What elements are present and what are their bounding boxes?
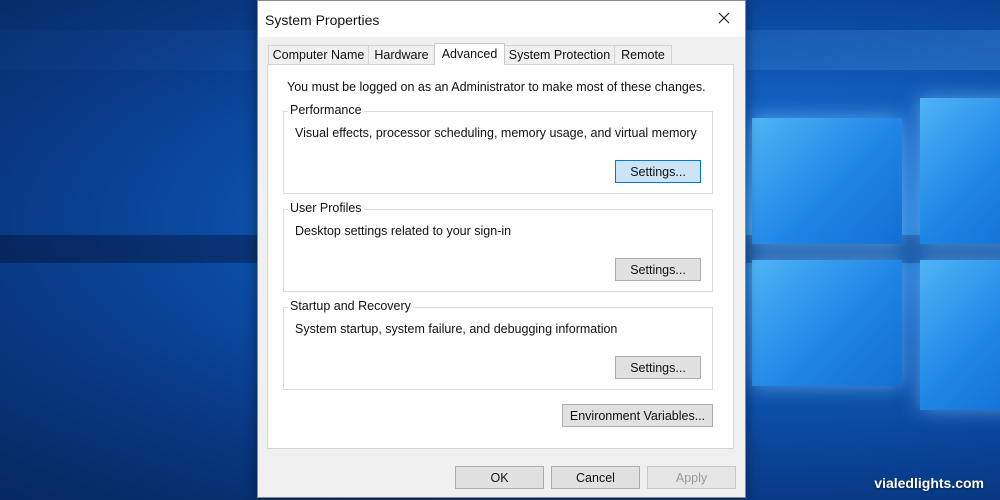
close-icon[interactable] xyxy=(713,7,735,29)
apply-button[interactable]: Apply xyxy=(647,466,736,489)
tab-remote[interactable]: Remote xyxy=(614,45,672,64)
environment-variables-button[interactable]: Environment Variables... xyxy=(562,404,713,427)
startup-recovery-description: System startup, system failure, and debu… xyxy=(295,322,618,336)
performance-settings-button[interactable]: Settings... xyxy=(615,160,701,183)
user-profiles-description: Desktop settings related to your sign-in xyxy=(295,224,512,238)
windows-logo-pane xyxy=(752,118,902,244)
startup-recovery-settings-button[interactable]: Settings... xyxy=(615,356,701,379)
advanced-tab-panel: You must be logged on as an Administrato… xyxy=(267,64,734,449)
windows-logo-pane xyxy=(920,98,1000,244)
windows-logo xyxy=(740,70,1000,430)
performance-description: Visual effects, processor scheduling, me… xyxy=(295,126,697,140)
site-watermark: vialedlights.com xyxy=(874,475,984,491)
user-profiles-settings-button[interactable]: Settings... xyxy=(615,258,701,281)
system-properties-dialog: System Properties Computer Name Hardware… xyxy=(257,0,746,498)
title-bar: System Properties xyxy=(258,1,745,37)
tab-hardware[interactable]: Hardware xyxy=(368,45,435,64)
tab-computer-name[interactable]: Computer Name xyxy=(268,45,369,64)
tab-system-protection[interactable]: System Protection xyxy=(504,45,615,64)
ok-button[interactable]: OK xyxy=(455,466,544,489)
cancel-button[interactable]: Cancel xyxy=(551,466,640,489)
user-profiles-title: User Profiles xyxy=(288,201,364,215)
performance-title: Performance xyxy=(288,103,364,117)
startup-recovery-group: Startup and Recovery System startup, sys… xyxy=(283,299,713,390)
startup-recovery-title: Startup and Recovery xyxy=(288,299,413,313)
dialog-title: System Properties xyxy=(265,12,380,28)
windows-logo-pane xyxy=(920,260,1000,410)
user-profiles-group: User Profiles Desktop settings related t… xyxy=(283,201,713,292)
tab-advanced[interactable]: Advanced xyxy=(434,43,505,65)
windows-logo-pane xyxy=(752,260,902,386)
admin-notice: You must be logged on as an Administrato… xyxy=(287,80,706,94)
performance-group: Performance Visual effects, processor sc… xyxy=(283,103,713,194)
